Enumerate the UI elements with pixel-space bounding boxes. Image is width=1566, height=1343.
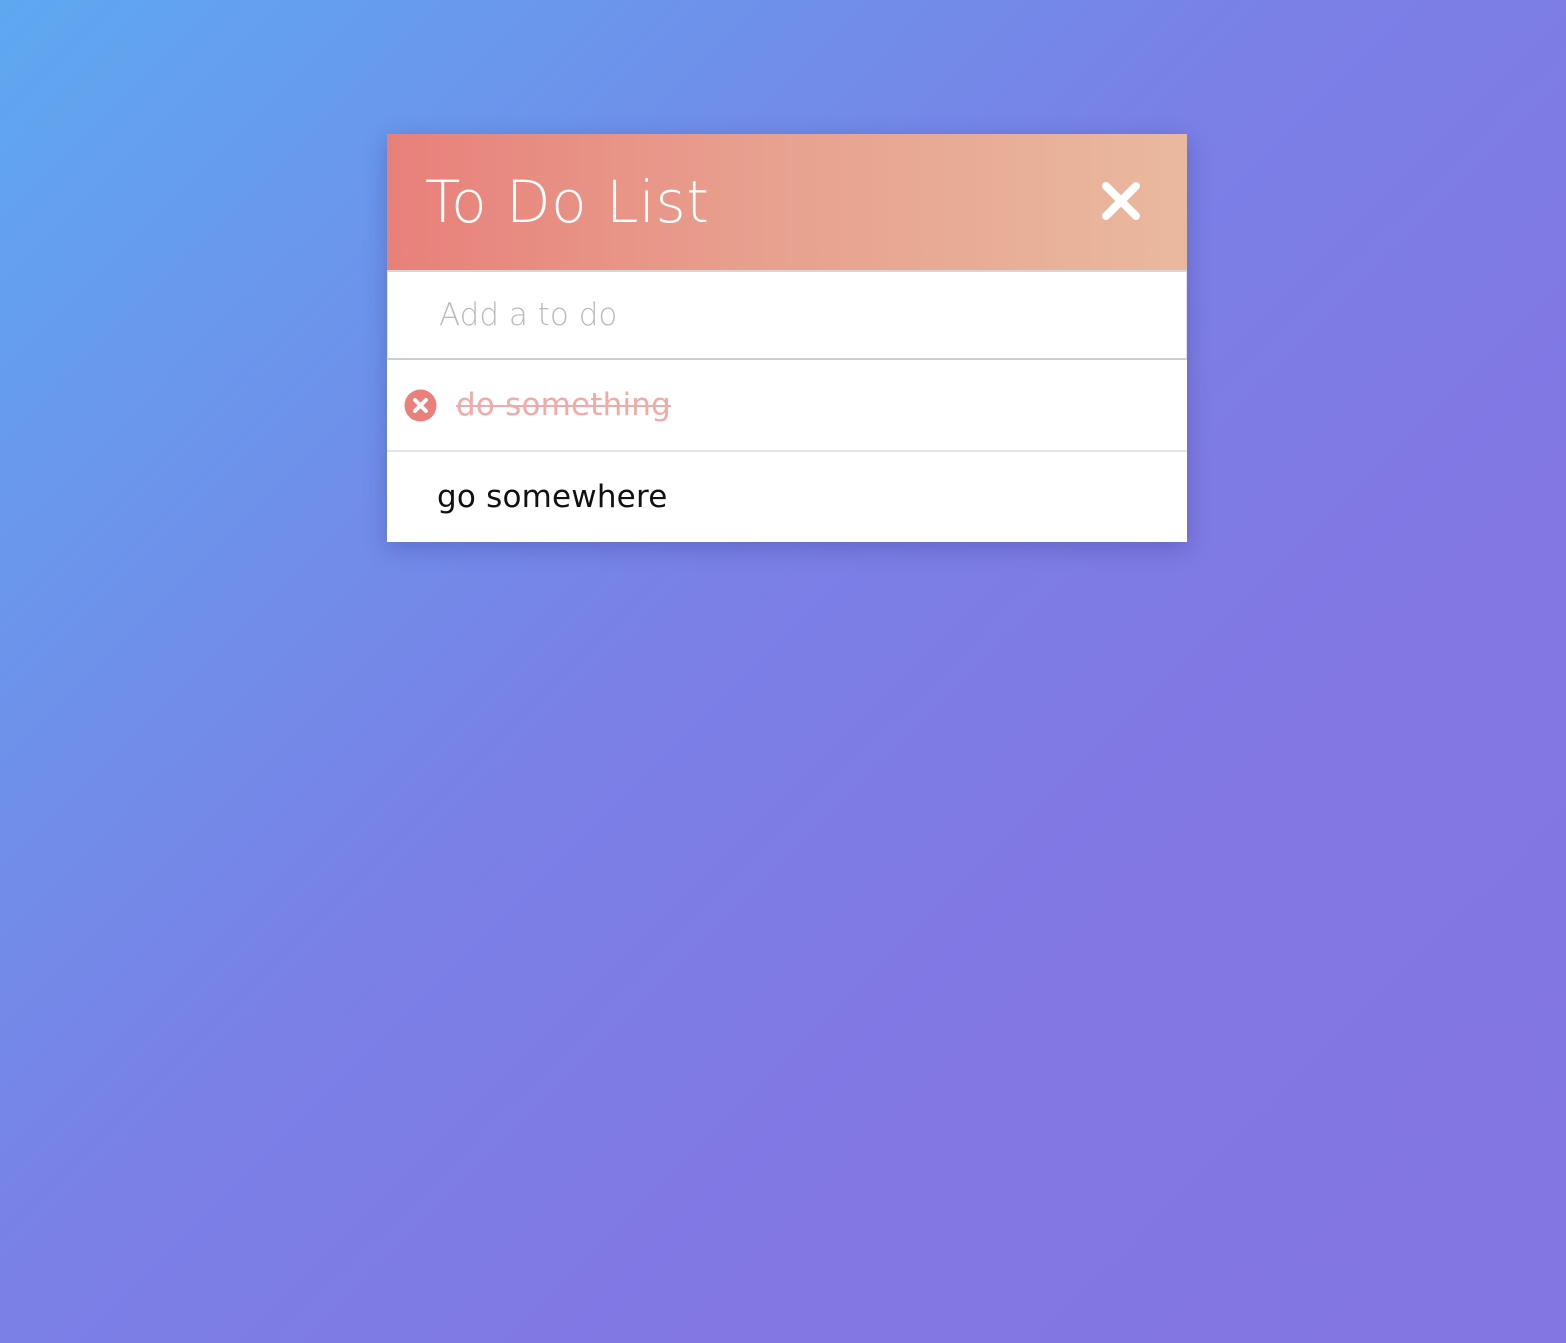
add-todo-row <box>387 270 1187 360</box>
todo-item-text: go somewhere <box>437 479 668 515</box>
card-header: To Do List <box>387 134 1187 270</box>
todo-card: To Do List do something go somewhere <box>387 134 1187 542</box>
todo-list: do something go somewhere <box>387 360 1187 542</box>
close-icon <box>1102 182 1140 220</box>
todo-item[interactable]: go somewhere <box>387 450 1187 542</box>
add-todo-input[interactable] <box>388 272 1186 358</box>
delete-todo-button[interactable] <box>404 389 437 422</box>
delete-circle-icon <box>404 389 437 422</box>
todo-item-text: do something <box>456 387 672 423</box>
todo-item-completed[interactable]: do something <box>387 360 1187 450</box>
app-title: To Do List <box>425 168 710 236</box>
close-button[interactable] <box>1099 179 1143 223</box>
